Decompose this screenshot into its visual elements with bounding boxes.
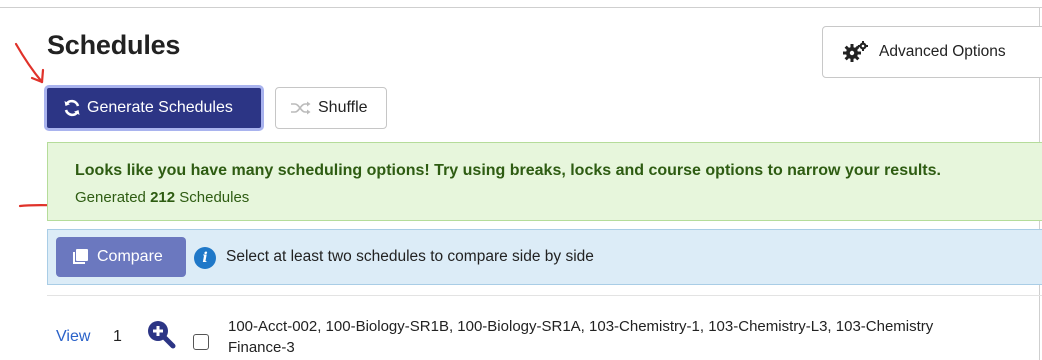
shuffle-label: Shuffle <box>318 99 368 116</box>
zoom-in-icon[interactable] <box>145 318 177 350</box>
generated-suffix: Schedules <box>175 189 250 206</box>
gears-icon <box>843 41 869 63</box>
courses-line-1: 100-Acct-002, 100-Biology-SR1B, 100-Biol… <box>228 318 934 335</box>
results-divider <box>47 295 1042 296</box>
generate-schedules-button[interactable]: Generate Schedules <box>44 85 264 131</box>
generated-prefix: Generated <box>75 189 151 206</box>
schedule-select-checkbox[interactable] <box>193 334 209 350</box>
compare-hint-text: Select at least two schedules to compare… <box>226 248 594 265</box>
page-title: Schedules <box>47 30 181 60</box>
advanced-options-button[interactable]: Advanced Options <box>822 26 1042 78</box>
info-alert: Compare i Select at least two schedules … <box>47 229 1042 285</box>
schedule-courses: 100-Acct-002, 100-Biology-SR1B, 100-Biol… <box>228 316 1042 358</box>
top-border <box>0 7 1042 8</box>
refresh-icon <box>63 99 81 117</box>
view-schedule-link[interactable]: View <box>56 328 90 346</box>
success-message: Looks like you have many scheduling opti… <box>75 162 941 179</box>
compare-button[interactable]: Compare <box>56 237 186 277</box>
schedule-number: 1 <box>113 328 122 345</box>
info-icon: i <box>194 247 216 269</box>
annotation-arrow-title <box>14 42 45 84</box>
generated-count-text: Generated 212 Schedules <box>75 189 249 206</box>
shuffle-button[interactable]: Shuffle <box>275 87 387 129</box>
advanced-options-label: Advanced Options <box>879 43 1006 60</box>
success-alert: Looks like you have many scheduling opti… <box>47 142 1042 221</box>
compare-label: Compare <box>97 248 163 265</box>
generated-count: 212 <box>150 189 176 206</box>
generate-schedules-label: Generate Schedules <box>87 99 233 116</box>
shuffle-icon <box>290 101 312 115</box>
copy-icon <box>71 248 89 266</box>
courses-line-2: Finance-3 <box>228 339 295 356</box>
